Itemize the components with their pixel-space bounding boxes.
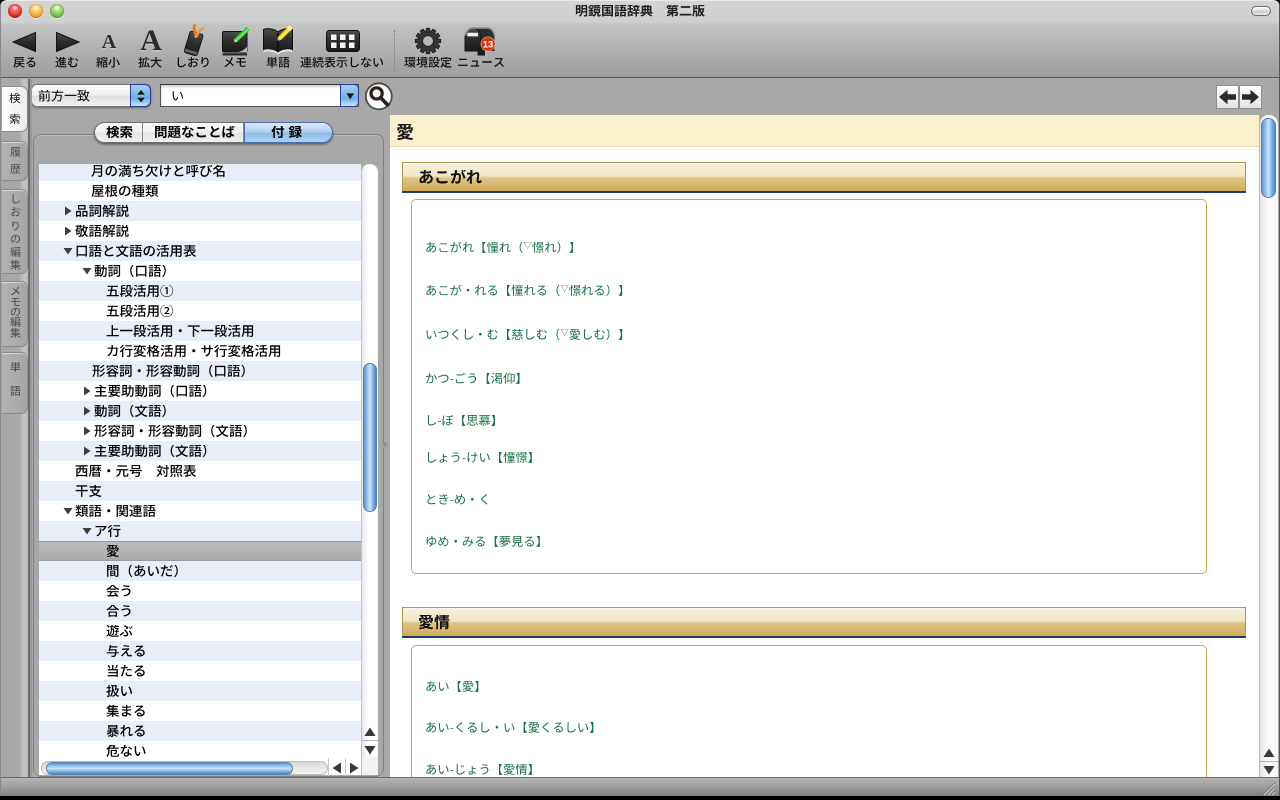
svg-text:13: 13: [483, 39, 494, 50]
